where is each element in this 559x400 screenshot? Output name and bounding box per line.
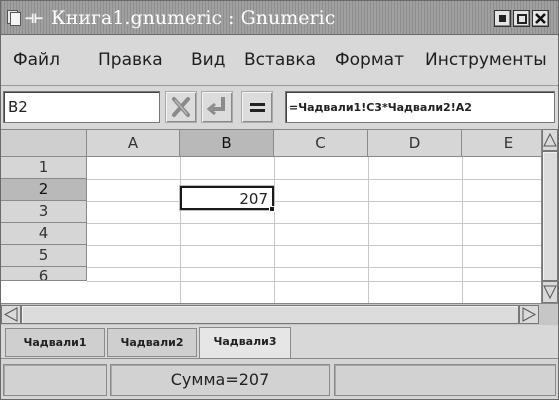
formula-bar: B2 =Чадвали1!C3*Чадвали2!A2 [1, 87, 558, 127]
scroll-right-button[interactable] [519, 305, 539, 324]
menu-bar: Файл Правка Вид Вставка Формат Инструмен… [1, 36, 558, 86]
row-header-6[interactable]: 6 [1, 267, 87, 281]
close-icon [535, 13, 546, 24]
row-header-4[interactable]: 4 [1, 223, 87, 245]
column-header-d[interactable]: D [368, 130, 462, 157]
title-bar[interactable]: ⊣⊢ Книга1.gnumeric : Gnumeric [1, 1, 558, 35]
x-mark-icon [172, 97, 190, 117]
grid-line [87, 223, 541, 224]
column-header-a[interactable]: A [87, 130, 180, 157]
menu-tools[interactable]: Инструменты [425, 50, 547, 70]
sheet-tab-bar: Чадвали1 Чадвали2 Чадвали3 [1, 326, 558, 359]
minimize-button[interactable] [494, 10, 511, 27]
column-header-e[interactable]: E [462, 130, 541, 157]
menu-file[interactable]: Файл [13, 50, 60, 70]
arrow-left-icon [3, 307, 18, 322]
column-header-b[interactable]: B [180, 130, 274, 157]
pin-icon[interactable]: ⊣⊢ [25, 9, 43, 27]
close-button[interactable] [532, 10, 549, 27]
arrow-right-icon [522, 307, 537, 322]
grid-line [87, 267, 541, 268]
scroll-up-button[interactable] [542, 129, 558, 151]
row-header-1[interactable]: 1 [1, 157, 87, 179]
horizontal-scrollbar[interactable] [1, 303, 558, 325]
status-panel-right [334, 364, 556, 396]
row-header-3[interactable]: 3 [1, 201, 87, 223]
status-bar: Сумма=207 [1, 360, 558, 399]
sheet-tab-1[interactable]: Чадвали1 [5, 328, 105, 357]
enter-formula-button[interactable] [241, 91, 273, 123]
spreadsheet-grid[interactable]: A B C D E 1 2 3 4 5 6 207 [1, 129, 541, 303]
document-icon [7, 10, 21, 26]
minimize-icon [499, 15, 506, 22]
scrollbar-corner [541, 305, 558, 324]
menu-view[interactable]: Вид [191, 50, 225, 70]
grid-line [87, 179, 541, 180]
menu-insert[interactable]: Вставка [244, 50, 316, 70]
row-header-2[interactable]: 2 [1, 179, 87, 201]
column-header-c[interactable]: C [274, 130, 368, 157]
status-sum: Сумма=207 [110, 364, 330, 396]
scroll-left-button[interactable] [1, 305, 21, 324]
row-header-5[interactable]: 5 [1, 245, 87, 267]
sheet-tab-3[interactable]: Чадвали3 [199, 327, 291, 358]
grid-line [87, 201, 541, 202]
fill-handle[interactable] [269, 206, 275, 212]
cell-reference-field[interactable]: B2 [3, 91, 160, 123]
maximize-button[interactable] [513, 10, 530, 27]
vertical-scrollbar[interactable] [541, 129, 558, 303]
cancel-edit-button[interactable] [165, 91, 197, 123]
horizontal-scroll-thumb[interactable] [21, 305, 519, 324]
sheet-tab-2[interactable]: Чадвали2 [107, 328, 197, 357]
grid-line [87, 245, 541, 246]
menu-format[interactable]: Формат [335, 50, 404, 70]
scroll-down-button[interactable] [542, 281, 558, 303]
formula-input[interactable]: =Чадвали1!C3*Чадвали2!A2 [285, 91, 555, 123]
menu-edit[interactable]: Правка [98, 50, 163, 70]
select-all-corner[interactable] [1, 130, 87, 157]
vertical-scroll-thumb[interactable] [542, 151, 558, 281]
checkmark-icon [206, 97, 225, 116]
window-title: Книга1.gnumeric : Gnumeric [51, 7, 336, 29]
equals-icon [250, 103, 265, 106]
active-cell-b2[interactable]: 207 [180, 186, 274, 210]
accept-edit-button[interactable] [201, 91, 233, 123]
arrow-up-icon [543, 132, 557, 147]
gnumeric-window: ⊣⊢ Книга1.gnumeric : Gnumeric Файл Правк… [0, 0, 559, 400]
arrow-down-icon [543, 285, 557, 300]
grid-line [87, 281, 541, 282]
maximize-icon [516, 14, 527, 24]
status-panel-left [3, 364, 107, 396]
